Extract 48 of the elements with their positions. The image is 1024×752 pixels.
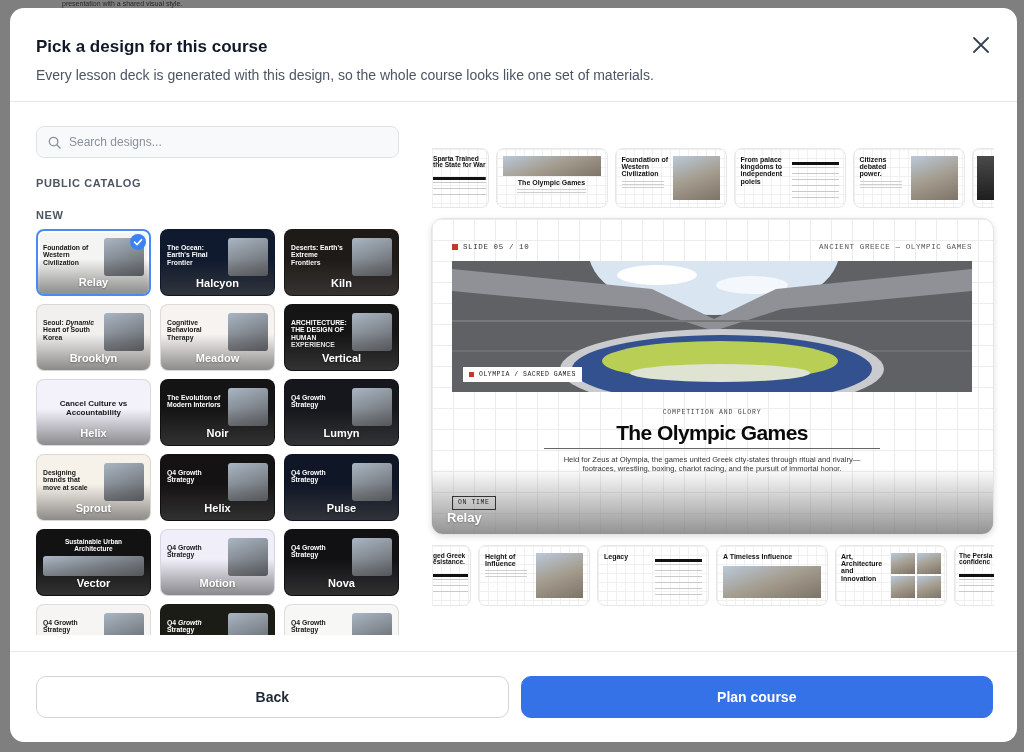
photo-placeholder — [227, 313, 268, 351]
dialog-title: Pick a design for this course — [36, 37, 269, 57]
square-marker-icon — [469, 371, 474, 377]
photo-placeholder — [976, 155, 994, 200]
photo-placeholder — [351, 313, 392, 351]
photo-placeholder — [227, 238, 268, 276]
table-drawing — [959, 574, 994, 593]
thumbnail-title: Cancel Culture vs Accountability — [58, 400, 129, 418]
photo-placeholder — [891, 576, 915, 598]
square-marker-icon — [452, 243, 458, 250]
primary-button[interactable]: Plan course — [520, 676, 993, 718]
photo-placeholder — [536, 552, 583, 598]
dialog-subtitle: Every lesson deck is generated with this design, so the whole course looks like one set of materials. — [36, 66, 655, 84]
design-card[interactable]: Cancel Culture vs Accountability Helix — [36, 379, 151, 446]
text-lines-drawing — [517, 188, 586, 193]
check-icon — [130, 234, 146, 250]
search-field[interactable]: Search designs... — [36, 126, 399, 158]
photo-placeholder — [351, 388, 392, 426]
photo-placeholder — [891, 552, 915, 574]
section-heading: NEW — [36, 208, 65, 222]
photo-placeholder — [910, 155, 958, 200]
photo-placeholder — [672, 155, 720, 200]
photo-placeholder — [917, 552, 941, 574]
photo-placeholder — [103, 463, 144, 501]
photo-placeholder — [351, 238, 392, 276]
search-icon — [48, 136, 61, 149]
table-drawing — [433, 574, 468, 593]
photo-placeholder — [227, 538, 268, 576]
table-drawing — [791, 161, 839, 198]
secondary-button[interactable]: Back — [36, 676, 509, 718]
photo-placeholder — [351, 463, 392, 501]
close-button[interactable] — [973, 37, 989, 53]
photo-placeholder — [917, 576, 941, 598]
text-lines-drawing — [859, 180, 902, 190]
text-lines-drawing — [621, 180, 664, 190]
text-lines-drawing — [485, 570, 528, 580]
design-name-label: Relay — [447, 509, 482, 525]
close-icon — [973, 37, 989, 53]
photo-placeholder — [227, 463, 268, 501]
catalog-heading: PUBLIC CATALOG — [36, 176, 143, 190]
photo-placeholder — [227, 388, 268, 426]
slide-thumbnail[interactable] — [971, 147, 994, 208]
table-drawing — [655, 558, 702, 595]
table-drawing — [433, 177, 486, 196]
photo-placeholder — [103, 313, 144, 351]
slide-title: The Olympic Games — [616, 420, 808, 445]
photo-placeholder — [351, 538, 392, 576]
photo-placeholder — [103, 238, 144, 276]
